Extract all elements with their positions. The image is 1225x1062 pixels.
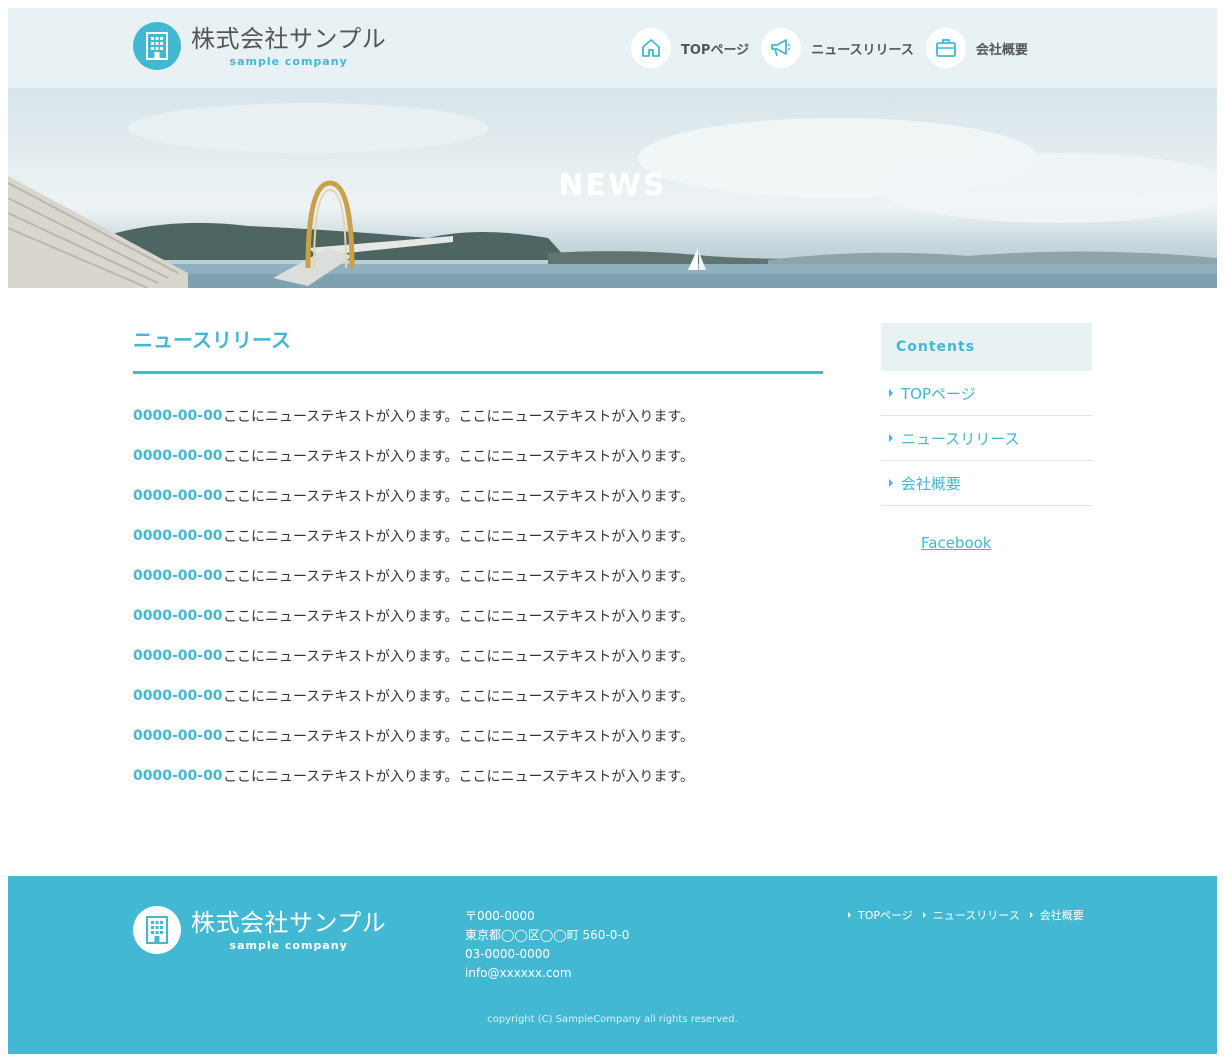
footer-nav-company[interactable]: 会社概要 [1029, 907, 1084, 923]
hero-banner: NEWS [8, 88, 1217, 288]
news-text: ここにニューステキストが入ります。ここにニューステキストが入ります。 [223, 449, 694, 465]
sidebar-item-news[interactable]: ニュースリリース [881, 416, 1092, 461]
caret-right-icon [889, 434, 893, 442]
footer-nav: TOPページ ニュースリリース 会社概要 [848, 907, 1094, 923]
news-text: ここにニューステキストが入ります。ここにニューステキストが入ります。 [223, 769, 694, 785]
sidebar-item-company[interactable]: 会社概要 [881, 461, 1092, 506]
news-date: 0000-00-00 [133, 608, 223, 624]
footer-nav-news[interactable]: ニュースリリース [922, 907, 1020, 923]
logo-subtitle: sample company [229, 54, 348, 68]
building-icon [133, 906, 181, 954]
site-header: 株式会社サンプル sample company TOPページ ニュースリリース [8, 8, 1217, 88]
news-text: ここにニューステキストが入ります。ここにニューステキストが入ります。 [223, 529, 694, 545]
caret-right-icon [1029, 912, 1033, 918]
news-text: ここにニューステキストが入ります。ここにニューステキストが入ります。 [223, 609, 694, 625]
nav-item-company[interactable]: 会社概要 [925, 28, 1028, 68]
nav-item-top[interactable]: TOPページ [631, 28, 749, 68]
footer-logo[interactable]: 株式会社サンプル sample company [133, 906, 386, 954]
news-text: ここにニューステキストが入ります。ここにニューステキストが入ります。 [223, 689, 694, 705]
megaphone-icon [761, 28, 802, 68]
postal-code: 〒000-0000 [465, 909, 535, 923]
news-text: ここにニューステキストが入ります。ここにニューステキストが入ります。 [223, 729, 694, 745]
news-text: ここにニューステキストが入ります。ここにニューステキストが入ります。 [223, 409, 694, 425]
home-icon [631, 28, 671, 68]
news-item[interactable]: 0000-00-00 ここにニューステキストが入ります。ここにニューステキストが入… [133, 716, 823, 756]
news-date: 0000-00-00 [133, 768, 223, 784]
header-logo[interactable]: 株式会社サンプル sample company [133, 22, 386, 70]
facebook-link[interactable]: Facebook [921, 534, 1092, 552]
street-address: 東京都◯◯区◯◯町 560-0-0 [465, 928, 630, 942]
news-date: 0000-00-00 [133, 408, 223, 424]
sidebar-heading: Contents [881, 323, 1092, 371]
nav-label: ニュースリリース [811, 42, 914, 58]
company-address: 〒000-0000 東京都◯◯区◯◯町 560-0-0 03-0000-0000… [465, 907, 629, 983]
news-list: 0000-00-00 ここにニューステキストが入ります。ここにニューステキストが入… [133, 396, 823, 796]
copyright: copyright (C) SampleCompany all rights r… [487, 1014, 738, 1025]
caret-right-icon [889, 389, 893, 397]
sidebar-item-label: ニュースリリース [901, 429, 1020, 448]
caret-right-icon [848, 912, 851, 918]
news-item[interactable]: 0000-00-00 ここにニューステキストが入ります。ここにニューステキストが入… [133, 676, 823, 716]
news-date: 0000-00-00 [133, 448, 223, 464]
sidebar-item-top[interactable]: TOPページ [881, 371, 1092, 416]
footer-nav-label: TOPページ [858, 909, 913, 922]
page-title: ニュースリリース [133, 324, 823, 374]
site-footer: 株式会社サンプル sample company 〒000-0000 東京都◯◯区… [8, 876, 1217, 1054]
email-address: info@xxxxxx.com [465, 966, 572, 980]
news-item[interactable]: 0000-00-00 ここにニューステキストが入ります。ここにニューステキストが入… [133, 756, 823, 796]
news-item[interactable]: 0000-00-00 ここにニューステキストが入ります。ここにニューステキストが入… [133, 516, 823, 556]
nav-label: TOPページ [681, 42, 750, 58]
footer-nav-label: ニュースリリース [932, 909, 1020, 922]
sidebar: Contents TOPページ ニュースリリース 会社概要 Facebook [881, 323, 1092, 552]
news-date: 0000-00-00 [133, 528, 223, 544]
sidebar-item-label: TOPページ [901, 384, 976, 403]
news-item[interactable]: 0000-00-00 ここにニューステキストが入ります。ここにニューステキストが入… [133, 556, 823, 596]
news-text: ここにニューステキストが入ります。ここにニューステキストが入ります。 [223, 649, 694, 665]
phone-number: 03-0000-0000 [465, 947, 551, 961]
building-icon [133, 22, 181, 70]
global-nav: TOPページ ニュースリリース 会社概要 [631, 28, 1040, 68]
briefcase-icon [925, 28, 966, 68]
news-item[interactable]: 0000-00-00 ここにニューステキストが入ります。ここにニューステキストが入… [133, 636, 823, 676]
news-item[interactable]: 0000-00-00 ここにニューステキストが入ります。ここにニューステキストが入… [133, 596, 823, 636]
news-text: ここにニューステキストが入ります。ここにニューステキストが入ります。 [223, 489, 694, 505]
news-date: 0000-00-00 [133, 728, 223, 744]
news-date: 0000-00-00 [133, 688, 223, 704]
news-item[interactable]: 0000-00-00 ここにニューステキストが入ります。ここにニューステキストが入… [133, 396, 823, 436]
hero-title: NEWS [558, 168, 667, 203]
logo-company-name: 株式会社サンプル [191, 24, 387, 53]
nav-label: 会社概要 [975, 42, 1028, 58]
footer-nav-top[interactable]: TOPページ [848, 907, 913, 923]
caret-right-icon [922, 912, 926, 918]
news-item[interactable]: 0000-00-00 ここにニューステキストが入ります。ここにニューステキストが入… [133, 436, 823, 476]
caret-right-icon [889, 479, 893, 487]
news-item[interactable]: 0000-00-00 ここにニューステキストが入ります。ここにニューステキストが入… [133, 476, 823, 516]
logo-text: 株式会社サンプル sample company [191, 909, 386, 952]
logo-subtitle: sample company [229, 938, 348, 952]
sidebar-item-label: 会社概要 [901, 474, 962, 493]
nav-item-news[interactable]: ニュースリリース [761, 28, 914, 68]
news-date: 0000-00-00 [133, 648, 223, 664]
page: 株式会社サンプル sample company TOPページ ニュースリリース [8, 8, 1217, 1054]
news-date: 0000-00-00 [133, 568, 223, 584]
logo-text: 株式会社サンプル sample company [191, 25, 386, 68]
news-text: ここにニューステキストが入ります。ここにニューステキストが入ります。 [223, 569, 694, 585]
news-date: 0000-00-00 [133, 488, 223, 504]
footer-nav-label: 会社概要 [1039, 909, 1084, 922]
main-content: ニュースリリース 0000-00-00 ここにニューステキストが入ります。ここにニ… [133, 324, 823, 796]
logo-company-name: 株式会社サンプル [191, 908, 387, 937]
